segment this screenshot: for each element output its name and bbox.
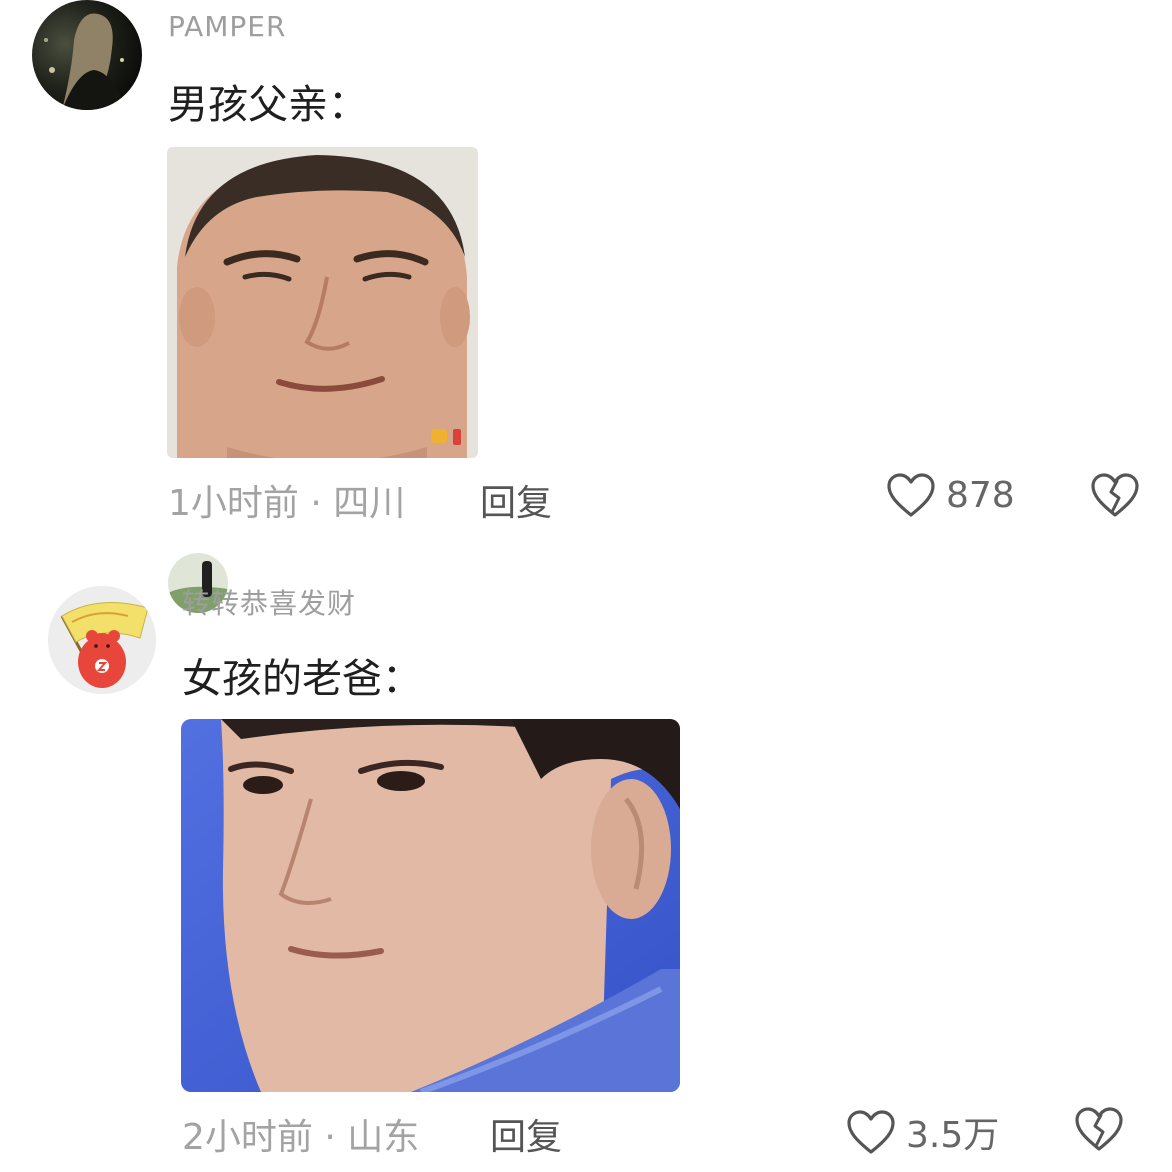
broken-heart-icon [1075, 1107, 1123, 1151]
red-bear-flag-avatar-icon [48, 586, 156, 694]
comment-time-location: 1小时前 · 四川 [168, 483, 406, 524]
comment-text: 女孩的老爸： [182, 656, 422, 702]
heart-outline-icon [887, 473, 935, 517]
reply-button[interactable]: 回复 [480, 474, 552, 526]
comment-sticker-image[interactable] [181, 719, 680, 1092]
reply-button[interactable]: 回复 [490, 1108, 562, 1160]
like-count: 878 [946, 474, 1015, 516]
dislike-button[interactable] [1090, 472, 1140, 518]
comments-page: PAMPER 男孩父亲： 1小时前 · 四川 回复 878 转转恭喜发财 女孩的… [0, 0, 1172, 1172]
comment-text: 男孩父亲： [168, 82, 368, 128]
like-count: 3.5万 [906, 1115, 1000, 1156]
user-avatar[interactable] [32, 0, 142, 110]
broken-heart-icon [1091, 473, 1139, 517]
username[interactable]: 转转恭喜发财 [182, 582, 356, 622]
avatar-photo-icon [32, 0, 142, 110]
face-sticker-icon [167, 147, 478, 458]
username[interactable]: PAMPER [168, 10, 286, 43]
heart-outline-icon [847, 1110, 895, 1154]
dislike-button[interactable] [1074, 1106, 1124, 1152]
face-sticker-icon [181, 719, 680, 1092]
comment-sticker-image[interactable] [167, 147, 478, 458]
like-button[interactable]: 878 [886, 472, 1015, 518]
like-button[interactable]: 3.5万 [846, 1106, 999, 1158]
comment-time-location: 2小时前 · 山东 [182, 1117, 420, 1158]
user-avatar[interactable] [48, 586, 156, 694]
